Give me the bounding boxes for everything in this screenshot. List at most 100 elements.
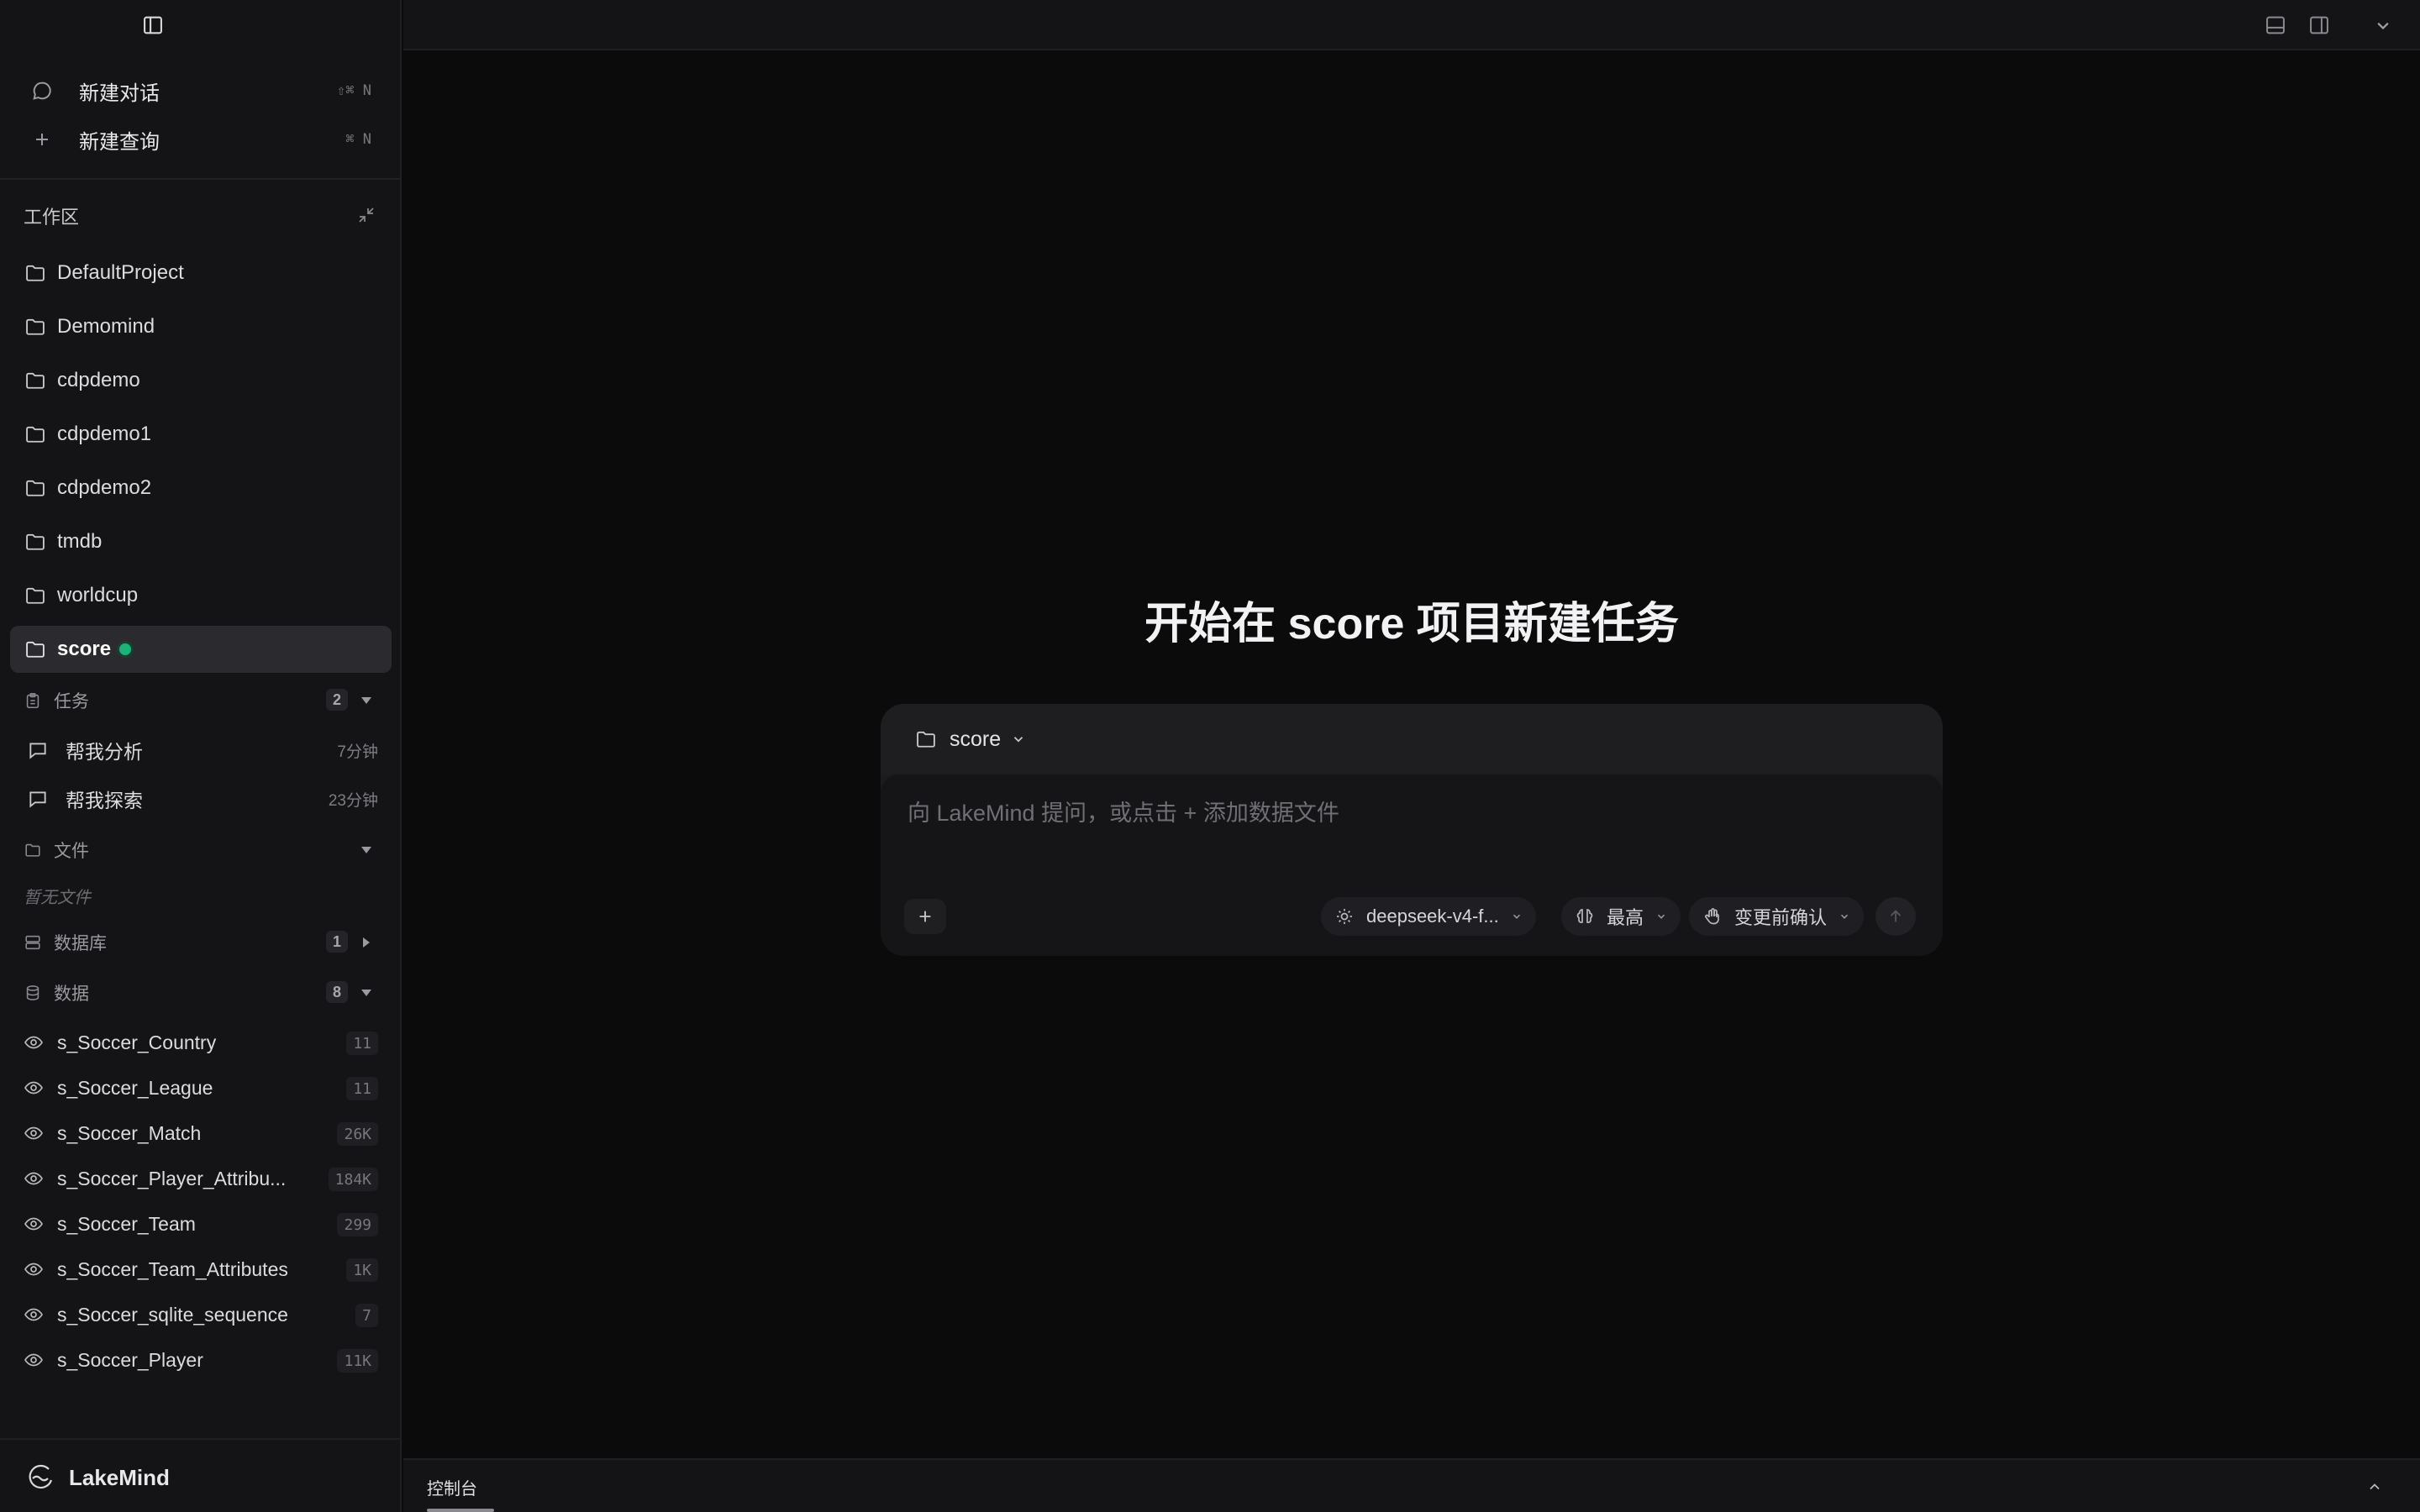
right-panel-toggle-icon[interactable] [2307,13,2331,37]
task-time: 23分钟 [328,791,378,810]
eye-icon [24,1214,44,1234]
folder-icon [24,584,47,607]
approval-mode-label: 变更前确认 [1734,907,1828,928]
page-title: 开始在 score 项目新建任务 [1144,600,1679,648]
effort-select[interactable]: 最高 [1561,897,1681,936]
sidebar: 新建对话 ⇧⌘ N 新建查询 ⌘ N 工作区 DefaultProject De… [0,0,402,1512]
tasks-label: 任务 [54,692,89,711]
eye-icon [24,1123,44,1143]
eye-icon [24,1078,44,1098]
project-label: cdpdemo2 [57,476,152,499]
composer-header: score [881,704,1943,774]
database-section-header[interactable]: 数据库 1 [24,927,378,958]
effort-select-label: 最高 [1607,907,1644,928]
project-item-defaultproject[interactable]: DefaultProject [10,249,392,297]
task-item[interactable]: 帮我探索 23分钟 [24,777,378,821]
tasks-section-header[interactable]: 任务 2 [24,685,378,716]
data-table-item[interactable]: s_Soccer_Team 299 [24,1203,378,1245]
plus-icon [919,911,931,922]
folder-icon [24,315,47,339]
new-chat-button[interactable]: 新建对话 ⇧⌘ N [15,69,387,113]
project-item-cdpdemo[interactable]: cdpdemo [10,357,392,404]
data-table-item[interactable]: s_Soccer_sqlite_sequence 7 [24,1294,378,1336]
project-label: score [57,638,112,660]
data-table-item[interactable]: s_Soccer_Match 26K [24,1112,378,1154]
data-count-badge: 8 [326,981,348,1003]
top-bar [403,0,2420,50]
caret-down-icon[interactable] [360,986,373,1000]
table-name: s_Soccer_Team_Attributes [57,1257,288,1280]
approval-mode-select[interactable]: 变更前确认 [1689,897,1865,936]
chevron-down-icon [1655,911,1667,922]
project-item-tmdb[interactable]: tmdb [10,518,392,565]
folder-icon [24,261,47,285]
active-tab-indicator [427,1509,494,1512]
eye-icon [24,1168,44,1189]
eye-icon [24,1350,44,1370]
model-select[interactable]: deepseek-v4-f... [1321,897,1536,936]
files-section-header[interactable]: 文件 [24,835,378,865]
console-bar: 控制台 [403,1458,2420,1512]
data-table-item[interactable]: s_Soccer_Player 11K [24,1339,378,1381]
database-count-badge: 1 [326,931,348,953]
message-square-icon [27,739,49,761]
folder-icon [24,369,47,392]
new-chat-label: 新建对话 [79,81,160,105]
chevron-up-icon[interactable] [2366,1478,2383,1495]
project-label: DefaultProject [57,261,184,284]
project-item-worldcup[interactable]: worldcup [10,572,392,619]
send-button[interactable] [1876,897,1916,936]
sidebar-footer: LakeMind [0,1438,402,1512]
files-label: 文件 [54,842,89,861]
table-name: s_Soccer_League [57,1076,213,1099]
message-square-icon [27,788,49,810]
database-icon [24,984,42,1002]
database-label: 数据库 [54,934,107,953]
data-table-item[interactable]: s_Soccer_Team_Attributes 1K [24,1248,378,1290]
chevron-down-icon [1511,911,1523,922]
project-item-score[interactable]: score [10,626,392,673]
data-table-item[interactable]: s_Soccer_Player_Attribu... 184K [24,1158,378,1200]
table-name: s_Soccer_sqlite_sequence [57,1303,288,1326]
task-label: 帮我探索 [66,790,143,811]
table-row-count: 11 [346,1032,378,1055]
collapse-icon[interactable] [356,205,376,225]
composer: score deepseek-v4-f... 最高 变更前确认 [881,704,1943,956]
folder-icon [24,638,47,661]
plus-icon [30,128,54,151]
task-item[interactable]: 帮我分析 7分钟 [24,728,378,772]
eye-icon [24,1305,44,1325]
sidebar-top [0,0,402,50]
bottom-panel-toggle-icon[interactable] [2264,13,2287,37]
active-status-dot [119,643,132,655]
data-table-item[interactable]: s_Soccer_Country 11 [24,1021,378,1063]
caret-down-icon[interactable] [360,694,373,707]
project-label: Demomind [57,315,155,338]
workspace-label: 工作区 [24,207,80,228]
chevron-down-icon[interactable] [2371,13,2395,37]
table-name: s_Soccer_Team [57,1212,196,1235]
composer-body: deepseek-v4-f... 最高 变更前确认 [881,774,1943,956]
table-name: s_Soccer_Match [57,1121,202,1144]
data-table-item[interactable]: s_Soccer_League 11 [24,1067,378,1109]
folder-icon [24,841,42,859]
new-query-button[interactable]: 新建查询 ⌘ N [15,118,387,161]
caret-right-icon[interactable] [360,936,373,949]
prompt-input[interactable] [908,795,1899,832]
lakemind-logo-icon[interactable] [25,1462,55,1492]
task-label: 帮我分析 [66,741,143,763]
tab-console[interactable]: 控制台 [427,1475,477,1499]
sidebar-divider [0,178,402,180]
add-file-button[interactable] [904,899,946,934]
project-label: worldcup [57,584,139,606]
eye-icon [24,1259,44,1279]
files-empty-text: 暂无文件 [24,889,91,907]
sidebar-toggle-icon[interactable] [141,13,165,37]
data-section-header[interactable]: 数据 8 [24,978,378,1008]
table-row-count: 11 [346,1077,378,1100]
project-item-demomind[interactable]: Demomind [10,303,392,350]
project-picker[interactable]: score [914,722,1026,756]
project-item-cdpdemo2[interactable]: cdpdemo2 [10,465,392,512]
project-item-cdpdemo1[interactable]: cdpdemo1 [10,411,392,458]
caret-down-icon[interactable] [360,843,373,857]
